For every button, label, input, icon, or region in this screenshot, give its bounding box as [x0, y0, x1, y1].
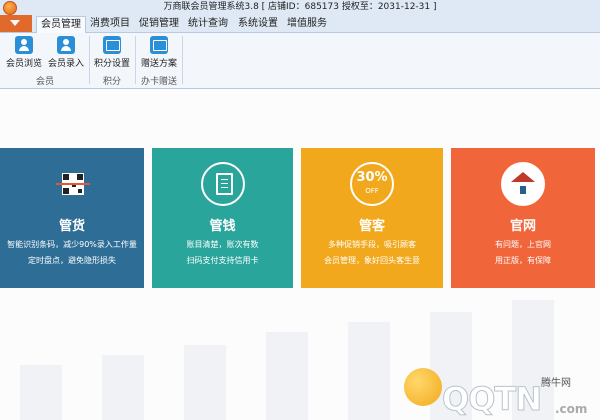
- group-label-points: 积分: [102, 77, 121, 87]
- tab-promotion-management[interactable]: 促销管理: [137, 15, 181, 32]
- discount-off-label: OFF: [365, 187, 379, 195]
- tab-system-settings[interactable]: 系统设置: [236, 15, 280, 32]
- decorative-bar: [102, 355, 144, 420]
- gift-plan-icon: [150, 36, 168, 54]
- discount-badge-icon: 30% OFF: [350, 162, 394, 206]
- home-icon: [501, 162, 545, 206]
- member-browse-button[interactable]: 会员浏览: [4, 36, 44, 72]
- watermark-brand: QQTN: [441, 380, 542, 419]
- tab-value-added-services[interactable]: 增值服务: [285, 15, 329, 32]
- group-label-member: 会员: [35, 77, 54, 87]
- card-title: 管客: [358, 219, 385, 234]
- title-bar: 万商联会员管理系统3.8 [ 店铺ID：685173 授权至：2031-12-3…: [0, 0, 600, 15]
- card-text: 会员管理，象好回头客生意: [324, 256, 420, 265]
- gift-plan-button[interactable]: 赠送方案: [138, 36, 180, 72]
- card-title: 管货: [58, 219, 85, 234]
- document-edit-icon: [200, 162, 245, 206]
- watermark-domain: .com: [555, 402, 588, 416]
- watermark-small-text: 腾牛网: [541, 378, 571, 389]
- group-divider: [182, 36, 183, 84]
- watermark-logo-icon: [404, 368, 442, 406]
- decorative-bar: [184, 345, 226, 420]
- dashboard-area: 管货 智能识别条码，减少90%录入工作量 定时盘点，避免隐形损失 管钱 账目清楚…: [0, 89, 600, 420]
- points-settings-button[interactable]: 积分设置: [92, 36, 132, 72]
- goods-management-card[interactable]: 管货 智能识别条码，减少90%录入工作量 定时盘点，避免隐形损失: [0, 148, 144, 288]
- tab-statistics-query[interactable]: 统计查询: [186, 15, 230, 32]
- app-logo-icon: [3, 1, 17, 15]
- dropdown-arrow-icon: [10, 20, 20, 26]
- card-text: 扫码支付支持信用卡: [186, 256, 259, 265]
- card-text: 智能识别条码，减少90%录入工作量: [7, 240, 137, 249]
- card-text: 多种促销手段，吸引顾客: [328, 240, 416, 249]
- group-divider: [135, 36, 136, 84]
- gift-plan-label: 赠送方案: [140, 59, 177, 69]
- points-settings-icon: [103, 36, 121, 54]
- customer-management-card[interactable]: 30% OFF 管客 多种促销手段，吸引顾客 会员管理，象好回头客生意: [301, 148, 443, 288]
- tab-member-management[interactable]: 会员管理: [36, 16, 86, 34]
- application-menu-button[interactable]: [0, 15, 32, 32]
- group-divider: [89, 36, 90, 84]
- member-add-icon: [57, 36, 75, 54]
- money-management-card[interactable]: 管钱 账目清楚，账次有数 扫码支付支持信用卡: [152, 148, 293, 288]
- barcode-scan-icon: [50, 162, 94, 206]
- official-website-card[interactable]: 官网 有问题，上官网 用正版，有保障: [451, 148, 595, 288]
- card-text: 用正版，有保障: [495, 256, 551, 265]
- decorative-bar: [348, 322, 390, 420]
- card-text: 账目清楚，账次有数: [186, 240, 259, 249]
- decorative-bar: [20, 365, 62, 420]
- card-text: 定时盘点，避免隐形损失: [28, 256, 116, 265]
- member-add-label: 会员录入: [47, 59, 84, 69]
- discount-percent: 30%: [356, 170, 388, 185]
- window-title: 万商联会员管理系统3.8 [ 店铺ID：685173 授权至：2031-12-3…: [163, 2, 437, 12]
- card-title: 管钱: [209, 219, 236, 234]
- card-title: 官网: [509, 219, 536, 234]
- card-text: 有问题，上官网: [495, 240, 551, 249]
- ribbon-tab-bar: 会员管理 消费项目 促销管理 统计查询 系统设置 增值服务: [0, 15, 600, 34]
- member-add-button[interactable]: 会员录入: [46, 36, 86, 72]
- tab-consumption-items[interactable]: 消费项目: [88, 15, 132, 32]
- ribbon-panel: 会员浏览 会员录入 会员 积分设置 积分 赠送方案 办卡赠送: [0, 33, 600, 89]
- group-label-card-gift: 办卡赠送: [140, 77, 177, 87]
- member-browse-label: 会员浏览: [5, 59, 42, 69]
- points-settings-label: 积分设置: [93, 59, 130, 69]
- decorative-bar: [266, 332, 308, 420]
- member-browse-icon: [15, 36, 33, 54]
